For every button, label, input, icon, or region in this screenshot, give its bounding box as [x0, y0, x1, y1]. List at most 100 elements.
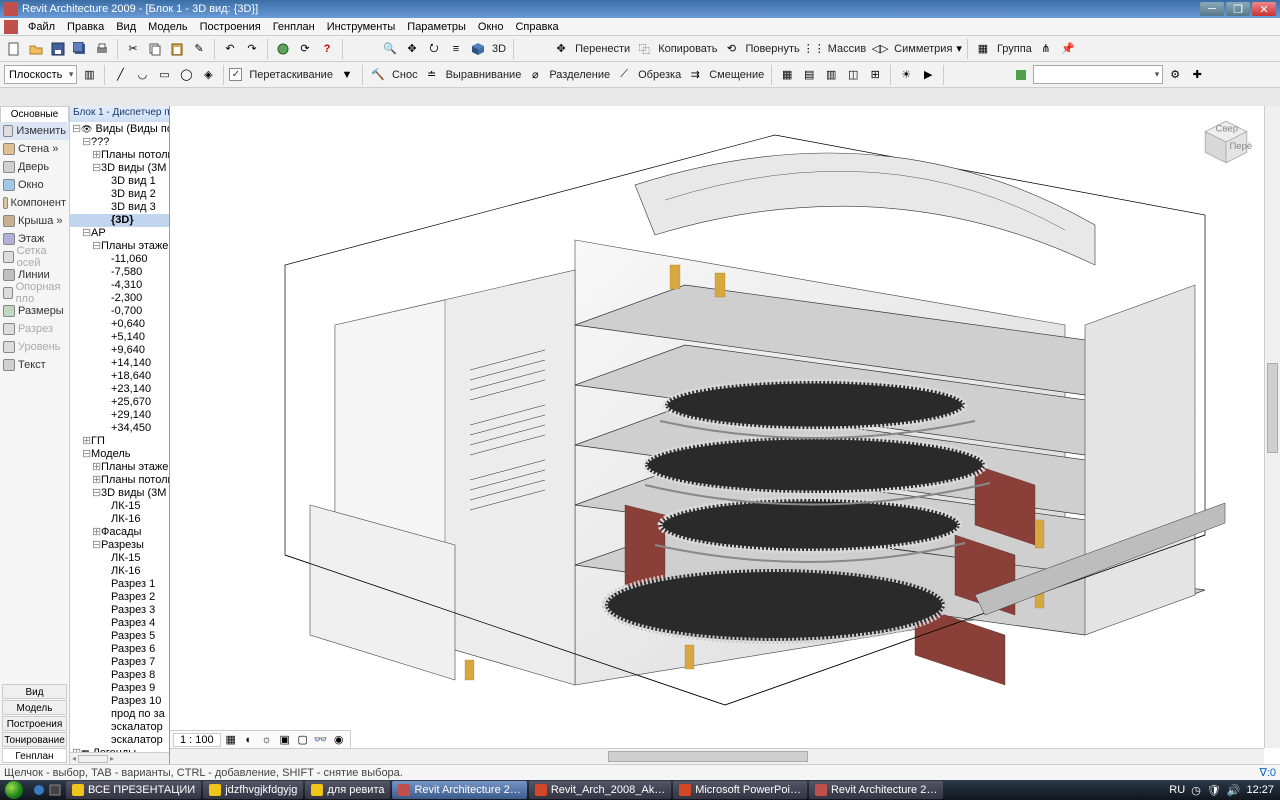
taskbar-item[interactable]: ВСЕ ПРЕЗЕНТАЦИИ [66, 781, 201, 799]
tree-row[interactable]: -2,300 [70, 292, 169, 305]
menu-file[interactable]: Файл [22, 20, 61, 34]
split-label[interactable]: Разделение [547, 69, 612, 81]
publish-button[interactable] [273, 39, 293, 59]
paste-button[interactable] [167, 39, 187, 59]
orbit-button[interactable]: ⭮ [424, 39, 444, 59]
line-button[interactable]: ╱ [110, 65, 130, 85]
open-button[interactable] [26, 39, 46, 59]
3dview-icon[interactable] [468, 39, 488, 59]
pan-button[interactable]: ✥ [402, 39, 422, 59]
minimize-button[interactable]: ─ [1200, 2, 1224, 16]
zoom-region-button[interactable]: 🔍 [380, 39, 400, 59]
taskbar-item[interactable]: Revit Architecture 2… [392, 781, 526, 799]
tree-row[interactable]: эскалатор [70, 721, 169, 734]
tray-icon[interactable]: ◷ [1191, 784, 1201, 797]
render-button[interactable]: ☀ [896, 65, 916, 85]
design-tab-Вид[interactable]: Вид [2, 684, 67, 699]
menu-opts[interactable]: Параметры [401, 20, 472, 34]
design-item-Текст[interactable]: Текст [0, 356, 69, 374]
menu-window[interactable]: Окно [472, 20, 510, 34]
vertical-scrollbar[interactable] [1264, 106, 1280, 748]
redo-button[interactable]: ↷ [242, 39, 262, 59]
tree-row[interactable]: Разрез 6 [70, 643, 169, 656]
drag-checkbox[interactable] [229, 68, 242, 81]
taskbar-item[interactable]: Revit_Arch_2008_Ak… [529, 781, 671, 799]
design-tab-Тонирование[interactable]: Тонирование [2, 732, 67, 747]
design-item-Окно[interactable]: Окно [0, 176, 69, 194]
hide-isolate-icon[interactable]: 👓 [313, 732, 329, 748]
ungroup-button[interactable]: ⋔ [1036, 39, 1056, 59]
browser-tree[interactable]: ⊟👁 Виды (Виды по Наз⊟???⊞Планы потолко⊟3… [70, 122, 169, 752]
trim-icon[interactable]: ⟋ [614, 65, 634, 85]
tree-row[interactable]: ⊟??? [70, 136, 169, 149]
tree-row[interactable]: +18,640 [70, 370, 169, 383]
design-item-Изменить[interactable]: Изменить [0, 122, 69, 140]
tree-row[interactable]: Разрез 7 [70, 656, 169, 669]
tree-row[interactable]: +25,670 [70, 396, 169, 409]
tree-row[interactable]: ⊞Планы этаже [70, 461, 169, 474]
arc-button[interactable]: ◡ [132, 65, 152, 85]
phase-icon[interactable] [1011, 65, 1031, 85]
horizontal-scrollbar[interactable] [170, 748, 1264, 764]
browser-title[interactable]: Блок 1 - Диспетчер п… [70, 106, 169, 122]
menu-edit[interactable]: Правка [61, 20, 110, 34]
tray-icon[interactable]: 🔊 [1227, 784, 1241, 797]
vg-button[interactable]: ▦ [777, 65, 797, 85]
menu-view[interactable]: Вид [110, 20, 142, 34]
menu-help[interactable]: Справка [509, 20, 564, 34]
browser-scrollbar[interactable]: ◂▸ [70, 752, 169, 764]
design-bar-tab-basic[interactable]: Основные [0, 106, 69, 122]
copy-button[interactable] [145, 39, 165, 59]
viewport-3d[interactable]: Свер Перёд 1 : 100 ▦ ◐ ☼ ▣ ▢ 👓 ◉ [170, 106, 1280, 764]
tree-row[interactable]: ЛК-16 [70, 513, 169, 526]
language-indicator[interactable]: RU [1169, 784, 1185, 796]
copy-icon[interactable]: ⿻ [634, 39, 654, 59]
design-item-Компонент[interactable]: Компонент [0, 194, 69, 212]
group-label[interactable]: Группа [995, 43, 1034, 55]
menu-model[interactable]: Модель [142, 20, 193, 34]
cat-button[interactable]: ▤ [799, 65, 819, 85]
walkthrough-button[interactable]: ▶ [918, 65, 938, 85]
isolate-button[interactable]: ◫ [843, 65, 863, 85]
tree-row[interactable]: Разрез 1 [70, 578, 169, 591]
save-button[interactable] [48, 39, 68, 59]
design-item-Дверь[interactable]: Дверь [0, 158, 69, 176]
system-tray[interactable]: RU ◷ 🛡 🔊 12:27 [1163, 784, 1280, 797]
tree-row[interactable]: Разрез 5 [70, 630, 169, 643]
design-tab-Генплан[interactable]: Генплан [2, 748, 67, 763]
maximize-button[interactable]: ❐ [1226, 2, 1250, 16]
trim-label[interactable]: Обрезка [636, 69, 683, 81]
viewcube[interactable]: Свер Перёд [1200, 116, 1252, 168]
view-scale[interactable]: 1 : 100 [173, 733, 221, 747]
tree-row[interactable]: Разрез 10 [70, 695, 169, 708]
thinlines-button[interactable]: ≡ [446, 39, 466, 59]
clock[interactable]: 12:27 [1246, 784, 1274, 796]
menu-draft[interactable]: Построения [194, 20, 267, 34]
menu-tools[interactable]: Инструменты [321, 20, 402, 34]
tree-row[interactable]: прод по за [70, 708, 169, 721]
tree-row[interactable]: {3D} [70, 214, 169, 227]
tree-row[interactable]: ⊞Планы потолко [70, 474, 169, 487]
crop-icon[interactable]: ▣ [277, 732, 293, 748]
tree-row[interactable]: 3D вид 1 [70, 175, 169, 188]
undo-button[interactable]: ↶ [220, 39, 240, 59]
align-label[interactable]: Выравнивание [444, 69, 524, 81]
move-icon[interactable]: ✥ [551, 39, 571, 59]
wp-show-button[interactable]: ▥ [79, 65, 99, 85]
tree-row[interactable]: ⊟3D виды (3М в [70, 487, 169, 500]
tree-row[interactable]: +9,640 [70, 344, 169, 357]
design-item-Размеры[interactable]: Размеры [0, 302, 69, 320]
design-item-Крыша »[interactable]: Крыша » [0, 212, 69, 230]
saveall-button[interactable] [70, 39, 90, 59]
tree-row[interactable]: 3D вид 3 [70, 201, 169, 214]
tree-row[interactable]: -0,700 [70, 305, 169, 318]
array-label[interactable]: Массив [826, 43, 868, 55]
menu-site[interactable]: Генплан [267, 20, 321, 34]
tree-row[interactable]: Разрез 2 [70, 591, 169, 604]
filter-button[interactable]: ▼ [337, 65, 357, 85]
mirror-label[interactable]: Симметрия [892, 43, 954, 55]
tree-row[interactable]: +29,140 [70, 409, 169, 422]
copy-label[interactable]: Копировать [656, 43, 719, 55]
tree-row[interactable]: -4,310 [70, 279, 169, 292]
split-icon[interactable]: ⌀ [525, 65, 545, 85]
